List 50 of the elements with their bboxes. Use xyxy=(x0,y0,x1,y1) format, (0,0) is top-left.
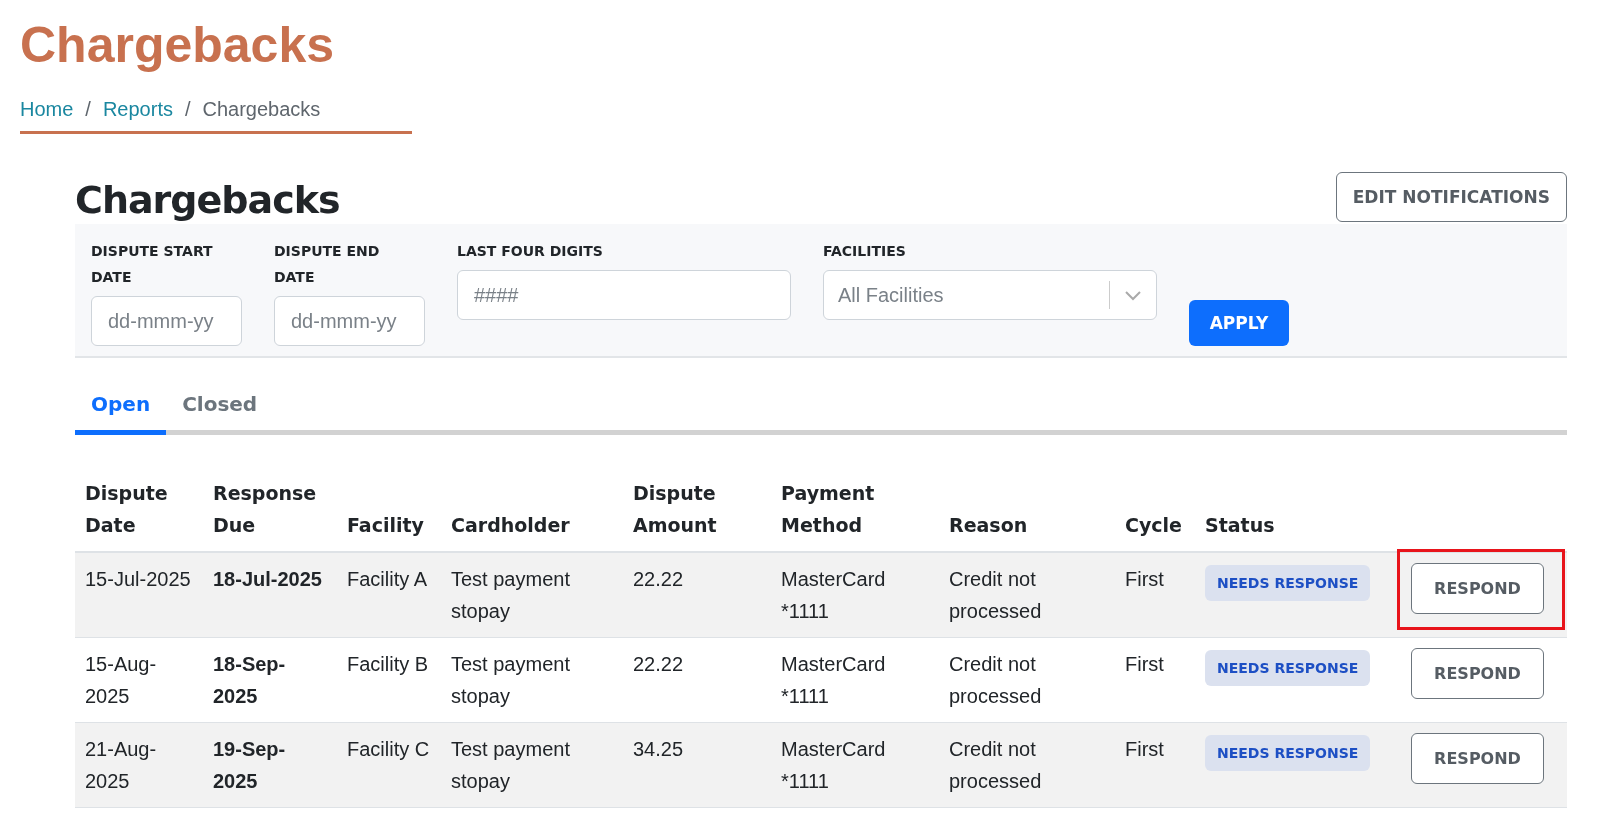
status-badge: NEEDS RESPONSE xyxy=(1205,565,1371,601)
table-cell: Facility A xyxy=(337,552,441,638)
tab[interactable]: Open xyxy=(75,384,167,435)
date-field[interactable]: dd-mmm-yy xyxy=(91,296,242,346)
breadcrumb-separator: / xyxy=(184,98,191,121)
table-cell: MasterCard *1111 xyxy=(771,722,939,808)
respond-button[interactable]: RESPOND xyxy=(1411,648,1544,699)
edit-notifications-button[interactable]: EDIT NOTIFICATIONS xyxy=(1335,172,1567,222)
date-field[interactable]: dd-mmm-yy xyxy=(274,296,425,346)
status-badge: NEEDS RESPONSE xyxy=(1205,735,1371,771)
table-cell: Test payment stopay xyxy=(441,552,623,638)
respond-button[interactable]: RESPOND xyxy=(1411,563,1544,614)
table-cell: 15-Jul-2025 xyxy=(75,552,203,638)
table-cell: Credit not processed xyxy=(939,552,1115,638)
table-cell: 22.22 xyxy=(623,552,771,638)
table-cell: 18-Jul-2025 xyxy=(203,552,337,638)
respond-button[interactable]: RESPOND xyxy=(1411,733,1544,784)
filter-label: DISPUTE START DATE xyxy=(91,242,214,287)
table-cell: 18-Sep-2025 xyxy=(203,637,337,723)
table-cell: Test payment stopay xyxy=(441,722,623,808)
chevron-down-icon xyxy=(1124,289,1142,301)
table-cell: Facility B xyxy=(337,637,441,723)
breadcrumb-current: Chargebacks xyxy=(202,98,321,121)
table-cell: 22.22 xyxy=(623,637,771,723)
facilities-dropdown[interactable]: All Facilities xyxy=(823,270,1157,320)
table-cell: Test payment stopay xyxy=(441,637,623,723)
filter-label: FACILITIES xyxy=(823,242,907,261)
apply-button[interactable]: APPLY xyxy=(1189,300,1289,346)
table-cell: Facility C xyxy=(337,722,441,808)
table-cell: Credit not processed xyxy=(939,637,1115,723)
table-cell: MasterCard *1111 xyxy=(771,552,939,638)
breadcrumb-link[interactable]: Reports xyxy=(102,98,173,121)
breadcrumb-separator: / xyxy=(85,98,91,121)
section-heading: Chargebacks xyxy=(75,178,340,222)
table-cell: First xyxy=(1115,552,1195,638)
table-cell: 21-Aug-2025 xyxy=(75,722,203,808)
filter-label: LAST FOUR DIGITS xyxy=(457,242,604,261)
input-field[interactable]: #### xyxy=(457,270,791,320)
table-cell: First xyxy=(1115,637,1195,723)
table-cell: 19-Sep-2025 xyxy=(203,722,337,808)
breadcrumb-link[interactable]: Home xyxy=(20,98,74,121)
table-cell: First xyxy=(1115,722,1195,808)
table-cell: 34.25 xyxy=(623,722,771,808)
filter-label: DISPUTE END DATE xyxy=(274,242,381,287)
table-cell: MasterCard *1111 xyxy=(771,637,939,723)
table-cell: 15-Aug-2025 xyxy=(75,637,203,723)
table-cell: Credit not processed xyxy=(939,722,1115,808)
page-title: Chargebacks xyxy=(20,16,335,74)
status-badge: NEEDS RESPONSE xyxy=(1205,650,1371,686)
tab[interactable]: Closed xyxy=(166,384,274,435)
